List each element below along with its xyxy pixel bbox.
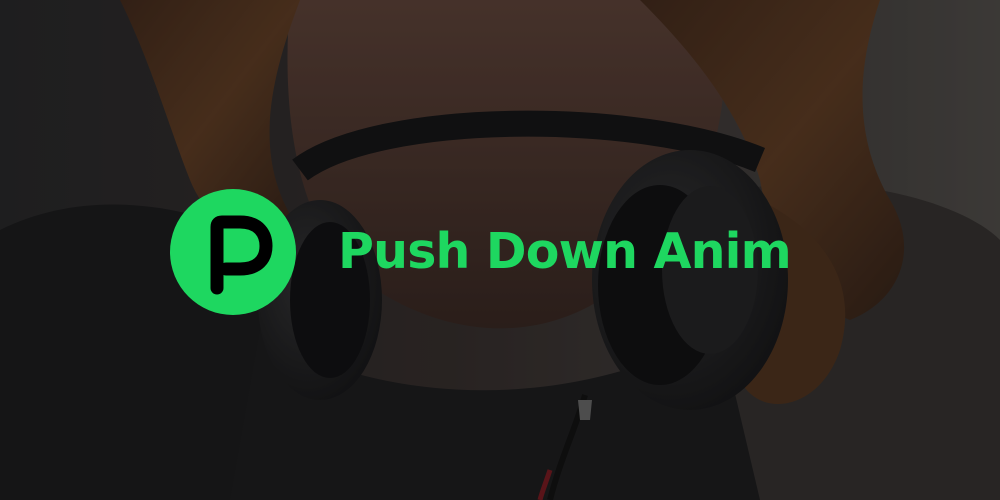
p-letter-icon (210, 215, 273, 295)
brand-lockup: Push Down Anim (170, 189, 810, 315)
page-title: Push Down Anim (338, 223, 792, 280)
banner: Push Down Anim (0, 0, 1000, 500)
p-logo-icon (170, 189, 296, 315)
